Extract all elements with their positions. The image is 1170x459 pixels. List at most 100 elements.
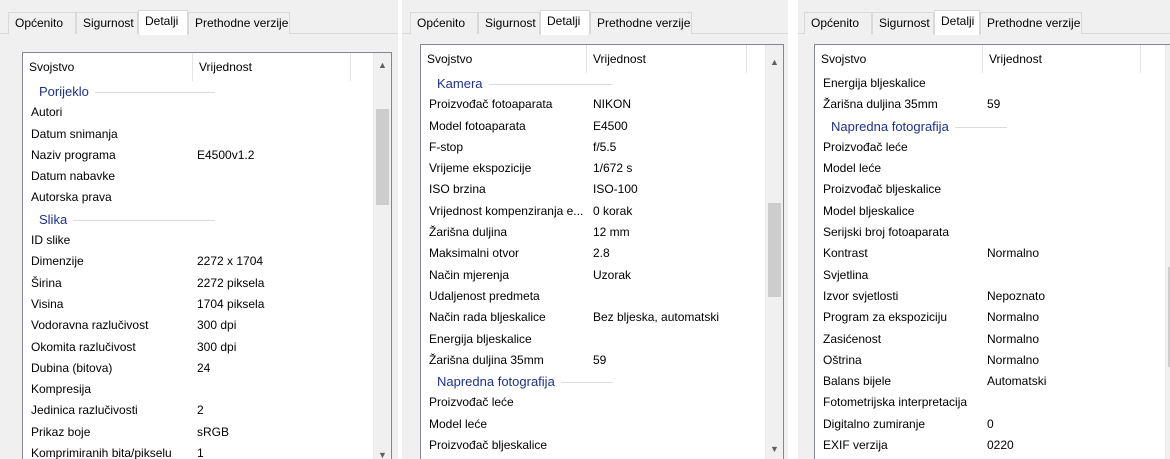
property-row[interactable]: Proizvođač bljeskalice (815, 179, 1165, 200)
chevron-up-icon[interactable]: ▲ (766, 54, 783, 71)
property-row[interactable]: Žarišna duljina 35mm 59 (421, 350, 765, 371)
vertical-scrollbar[interactable]: ▲ ▼ (765, 45, 783, 459)
tab-general[interactable]: Općenito (8, 12, 76, 34)
tab-previous-versions[interactable]: Prethodne verzije (590, 12, 692, 34)
property-row[interactable]: Model bljeskalice (815, 201, 1165, 222)
property-row[interactable]: EXIF verzija 0220 (815, 435, 1165, 456)
property-row[interactable]: Izvor svjetlosti Nepoznato (815, 286, 1165, 307)
property-name: Balans bijele (823, 374, 892, 389)
property-row[interactable]: Vrijeme ekspozicije 1/672 s (421, 158, 765, 179)
property-value: Normalno (987, 310, 1040, 325)
property-row[interactable]: Kompresija (23, 379, 373, 400)
property-row[interactable]: Energija bljeskalice (815, 73, 1165, 94)
tab-general[interactable]: Općenito (410, 12, 478, 34)
tab-security[interactable]: Sigurnost (872, 12, 934, 34)
tab-details[interactable]: Detalji (934, 10, 980, 35)
scrollbar-thumb[interactable] (768, 203, 781, 297)
vertical-scrollbar[interactable]: ▲ (1165, 45, 1170, 459)
property-row[interactable]: ID slike (23, 230, 373, 251)
property-row[interactable]: Oštrina Normalno (815, 350, 1165, 371)
group-header[interactable]: Porijeklo (23, 81, 373, 103)
property-row[interactable]: Model fotoaparata E4500 (421, 116, 765, 137)
property-value: 59 (987, 97, 1001, 112)
properties-list[interactable]: Svojstvo Vrijednost Energija bljeskalice… (814, 44, 1170, 459)
property-row[interactable]: Model leće (815, 158, 1165, 179)
property-row[interactable]: Vodoravna razlučivost 300 dpi (23, 315, 373, 336)
tab-security[interactable]: Sigurnost (478, 12, 540, 34)
tab-security[interactable]: Sigurnost (76, 12, 138, 34)
property-row[interactable]: Proizvođač leće (421, 392, 765, 413)
property-name: Proizvođač leće (823, 139, 908, 154)
property-row[interactable]: Udaljenost predmeta (421, 286, 765, 307)
property-name: Žarišna duljina 35mm (429, 352, 544, 367)
property-row[interactable]: Širina 2272 piksela (23, 273, 373, 294)
property-row[interactable]: Proizvođač bljeskalice (421, 435, 765, 456)
column-header-value[interactable]: Vrijednost (193, 53, 351, 81)
property-row[interactable]: Jedinica razlučivosti 2 (23, 400, 373, 421)
property-name: ID slike (31, 233, 71, 248)
property-row[interactable]: Dimenzije 2272 x 1704 (23, 251, 373, 272)
property-row[interactable]: ISO brzina ISO-100 (421, 179, 765, 200)
tab-general[interactable]: Općenito (804, 12, 872, 34)
property-row[interactable]: Energija bljeskalice (421, 329, 765, 350)
property-row[interactable]: Datum nabavke (23, 166, 373, 187)
scrollbar-thumb[interactable] (376, 109, 389, 205)
property-row[interactable]: Kontrast Normalno (815, 243, 1165, 264)
property-name: Kontrast (823, 246, 868, 261)
property-row[interactable]: Visina 1704 piksela (23, 294, 373, 315)
chevron-down-icon[interactable]: ▼ (374, 447, 391, 459)
tab-previous-versions[interactable]: Prethodne verzije (980, 12, 1082, 34)
property-row[interactable]: Komprimiranih bita/pikselu 1 (23, 443, 373, 459)
vertical-scrollbar[interactable]: ▲ ▼ (373, 53, 391, 459)
column-header-property[interactable]: Svojstvo (815, 45, 983, 73)
property-row[interactable]: Serijski broj fotoaparata (815, 222, 1165, 243)
property-row[interactable]: Zasićenost Normalno (815, 329, 1165, 350)
group-header[interactable]: Slika (23, 208, 373, 231)
property-row[interactable]: Autorska prava (23, 187, 373, 208)
chevron-down-icon[interactable]: ▼ (766, 441, 783, 458)
property-row[interactable]: Balans bijele Automatski (815, 371, 1165, 392)
chevron-up-icon[interactable]: ▲ (374, 57, 391, 74)
property-row[interactable]: Žarišna duljina 35mm 59 (815, 94, 1165, 115)
property-value: 1/672 s (593, 161, 633, 176)
property-row[interactable]: F-stop f/5.5 (421, 137, 765, 158)
property-row[interactable]: Program za ekspoziciju Normalno (815, 307, 1165, 328)
property-row[interactable]: Autori (23, 102, 373, 123)
column-header-value[interactable]: Vrijednost (587, 45, 747, 73)
property-name: Maksimalni otvor (429, 246, 520, 261)
property-row[interactable]: Način mjerenja Uzorak (421, 265, 765, 286)
chevron-up-icon[interactable]: ▲ (1166, 54, 1170, 71)
property-row[interactable]: Digitalno zumiranje 0 (815, 414, 1165, 435)
column-header-property[interactable]: Svojstvo (23, 53, 193, 81)
group-header[interactable]: Kamera (421, 73, 765, 95)
property-name: Vodoravna razlučivost (31, 318, 149, 333)
property-row[interactable]: Žarišna duljina 12 mm (421, 222, 765, 243)
tab-details[interactable]: Detalji (540, 10, 590, 35)
property-row[interactable]: Vrijednost kompenziranja e... 0 korak (421, 201, 765, 222)
tab-details[interactable]: Detalji (138, 10, 188, 35)
property-row[interactable]: Maksimalni otvor 2.8 (421, 243, 765, 264)
property-row[interactable]: Prikaz boje sRGB (23, 422, 373, 443)
group-header[interactable]: Napredna fotografija (815, 115, 1165, 137)
property-row[interactable]: Naziv programa E4500v1.2 (23, 145, 373, 166)
properties-list[interactable]: Svojstvo Vrijednost Kamera Proizvođač fot… (420, 44, 784, 459)
property-row[interactable]: Datum snimanja (23, 124, 373, 145)
tab-previous-versions[interactable]: Prethodne verzije (188, 12, 290, 34)
property-name: Način rada bljeskalice (429, 310, 546, 325)
group-header[interactable]: Napredna fotografija (421, 371, 765, 393)
column-header-property[interactable]: Svojstvo (421, 45, 587, 73)
property-name: Energija bljeskalice (429, 331, 532, 346)
property-row[interactable]: Okomita razlučivost 300 dpi (23, 337, 373, 358)
property-row[interactable]: Svjetlina (815, 265, 1165, 286)
property-row[interactable]: Model leće (421, 414, 765, 435)
column-header-value[interactable]: Vrijednost (983, 45, 1141, 73)
property-name: Serijski broj fotoaparata (823, 225, 950, 240)
property-row[interactable]: Proizvođač leće (815, 137, 1165, 158)
property-row[interactable]: Proizvođač fotoaparata NIKON (421, 94, 765, 115)
property-value: 300 dpi (197, 339, 237, 354)
property-row[interactable]: Fotometrijska interpretacija (815, 392, 1165, 413)
properties-list[interactable]: Svojstvo Vrijednost Porijeklo Autori Datum… (22, 52, 392, 459)
property-row[interactable]: Način rada bljeskalice Bez bljeska, autom… (421, 307, 765, 328)
property-row[interactable]: Dubina (bitova) 24 (23, 358, 373, 379)
property-value: 0 (987, 416, 994, 431)
